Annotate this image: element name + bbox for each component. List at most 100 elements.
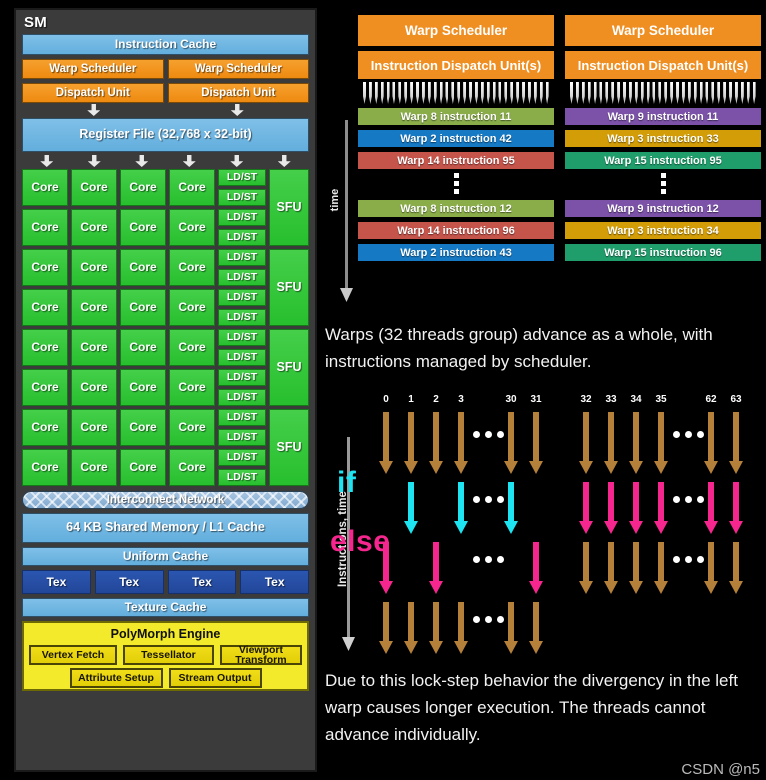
thread-index-label: 33 xyxy=(605,394,617,405)
core-block: Core xyxy=(22,209,68,246)
arrow-head-icon xyxy=(404,641,418,654)
dispatch-lane-arrow-icon xyxy=(681,82,685,104)
dispatch-lane-arrow-icon xyxy=(617,82,621,104)
core-block: Core xyxy=(169,329,215,366)
dispatch-lane-arrow-icon xyxy=(510,82,514,104)
arrow-stem xyxy=(608,542,614,583)
left-warp-group: 0 1 2 3 30 31 xyxy=(377,394,562,662)
ldst-block: LD/ST xyxy=(218,369,266,386)
polymorph-stage-button[interactable]: Attribute Setup xyxy=(69,668,163,688)
dispatch-lane-arrow-icon xyxy=(439,82,443,104)
dispatch-lane-arrow-icon xyxy=(734,82,738,104)
arrow-head-icon xyxy=(604,521,618,534)
arrow-head-icon xyxy=(379,641,393,654)
core-block: Core xyxy=(169,249,215,286)
core-block: Core xyxy=(169,449,215,486)
horizontal-ellipsis-icon xyxy=(673,496,713,503)
sm-panel: SM Instruction Cache Warp Scheduler Warp… xyxy=(14,8,317,772)
thread-execution-arrow-post xyxy=(379,602,393,654)
thread-lane: 32 xyxy=(577,394,595,662)
thread-execution-arrow-post xyxy=(504,602,518,654)
core-block: Core xyxy=(169,369,215,406)
shared-memory-block: 64 KB Shared Memory / L1 Cache xyxy=(22,513,309,543)
thread-execution-arrow-if xyxy=(404,482,418,534)
core-block: Core xyxy=(169,289,215,326)
warp-instruction-row: Warp 8 instruction 12 xyxy=(357,199,555,218)
arrow-stem xyxy=(433,412,439,463)
dispatch-lane-arrow-icon xyxy=(570,82,573,104)
polymorph-stage-button[interactable]: Tessellator xyxy=(122,645,214,665)
uniform-cache-block: Uniform Cache xyxy=(22,547,309,566)
arrow-stem xyxy=(383,602,389,643)
arrow-stem xyxy=(533,542,539,583)
core-block: Core xyxy=(120,369,166,406)
arrow-head-icon xyxy=(654,461,668,474)
warp-instruction-row: Warp 3 instruction 34 xyxy=(564,221,762,240)
core-row: Core Core Core Core xyxy=(22,289,215,326)
core-block: Core xyxy=(169,209,215,246)
core-row: Core Core Core Core xyxy=(22,369,215,406)
thread-execution-arrow-else xyxy=(704,542,718,594)
register-file-arrows-row xyxy=(22,155,309,168)
ldst-block: LD/ST xyxy=(218,189,266,206)
dispatch-lane-arrow-icon xyxy=(658,82,662,104)
arrow-stem xyxy=(583,412,589,463)
dispatch-lane-arrow-icon xyxy=(581,82,585,104)
core-block: Core xyxy=(71,209,117,246)
warp-scheduler-header: Warp Scheduler xyxy=(564,14,762,47)
thread-lane: 31 xyxy=(527,394,545,662)
dispatch-lane-arrow-icon xyxy=(404,82,408,104)
divergence-diagram: 0 1 2 3 30 31 32 33 34 35 62 63 xyxy=(367,394,766,662)
thread-index-label: 35 xyxy=(655,394,667,405)
horizontal-ellipsis-icon xyxy=(673,431,713,438)
core-block: Core xyxy=(71,249,117,286)
core-block: Core xyxy=(22,409,68,446)
arrow-head-icon xyxy=(429,581,443,594)
down-arrow-icon xyxy=(277,155,291,167)
time-axis-label: time xyxy=(329,188,341,212)
thread-execution-arrow-if xyxy=(504,482,518,534)
warp-scheduler-right: Warp Scheduler xyxy=(167,59,309,79)
dispatch-lane-arrow-icon xyxy=(527,82,531,104)
arrow-stem xyxy=(533,412,539,463)
core-block: Core xyxy=(71,169,117,206)
sfu-block: SFU xyxy=(269,409,309,486)
horizontal-ellipsis-icon xyxy=(473,616,513,623)
arrow-head-icon xyxy=(454,461,468,474)
dispatch-lane-arrow-icon xyxy=(670,82,674,104)
sfu-block: SFU xyxy=(269,249,309,326)
horizontal-ellipsis-icon xyxy=(473,556,513,563)
polymorph-stage-button[interactable]: Viewport Transform xyxy=(219,645,302,665)
warp-instruction-row: Warp 9 instruction 11 xyxy=(564,107,762,126)
dispatch-lane-arrow-icon xyxy=(410,82,414,104)
dispatch-lane-arrow-icon xyxy=(504,82,508,104)
thread-execution-arrow-else xyxy=(729,542,743,594)
thread-execution-arrow-if xyxy=(579,482,593,534)
dispatch-lane-arrow-icon xyxy=(593,82,597,104)
warp-instruction-row: Warp 3 instruction 33 xyxy=(564,129,762,148)
warp-instruction-row: Warp 14 instruction 96 xyxy=(357,221,555,240)
thread-index-label: 0 xyxy=(383,394,389,405)
arrow-stem xyxy=(458,482,464,523)
arrow-head-icon xyxy=(404,461,418,474)
thread-execution-arrow-if xyxy=(604,482,618,534)
dispatch-lane-arrow-icon xyxy=(380,82,384,104)
dispatch-lane-arrow-icon xyxy=(363,82,366,104)
polymorph-stage-button[interactable]: Stream Output xyxy=(168,668,262,688)
ldst-block: LD/ST xyxy=(218,409,266,426)
arrow-head-icon xyxy=(504,521,518,534)
warp-instruction-row: Warp 9 instruction 12 xyxy=(564,199,762,218)
arrow-stem xyxy=(533,602,539,643)
dispatch-lane-arrow-icon xyxy=(575,82,579,104)
dispatch-lane-arrow-icon xyxy=(421,82,425,104)
instructions-axis-arrow-icon xyxy=(342,637,355,651)
core-row: Core Core Core Core xyxy=(22,329,215,366)
texture-cache-block: Texture Cache xyxy=(22,598,309,617)
thread-execution-arrow-else xyxy=(429,542,443,594)
polymorph-stage-button[interactable]: Vertex Fetch xyxy=(29,645,117,665)
arrow-head-icon xyxy=(654,521,668,534)
dispatch-lanes-comb xyxy=(357,82,555,104)
down-arrow-icon xyxy=(87,155,101,167)
dispatch-lane-arrow-icon xyxy=(693,82,697,104)
arrow-stem xyxy=(408,482,414,523)
